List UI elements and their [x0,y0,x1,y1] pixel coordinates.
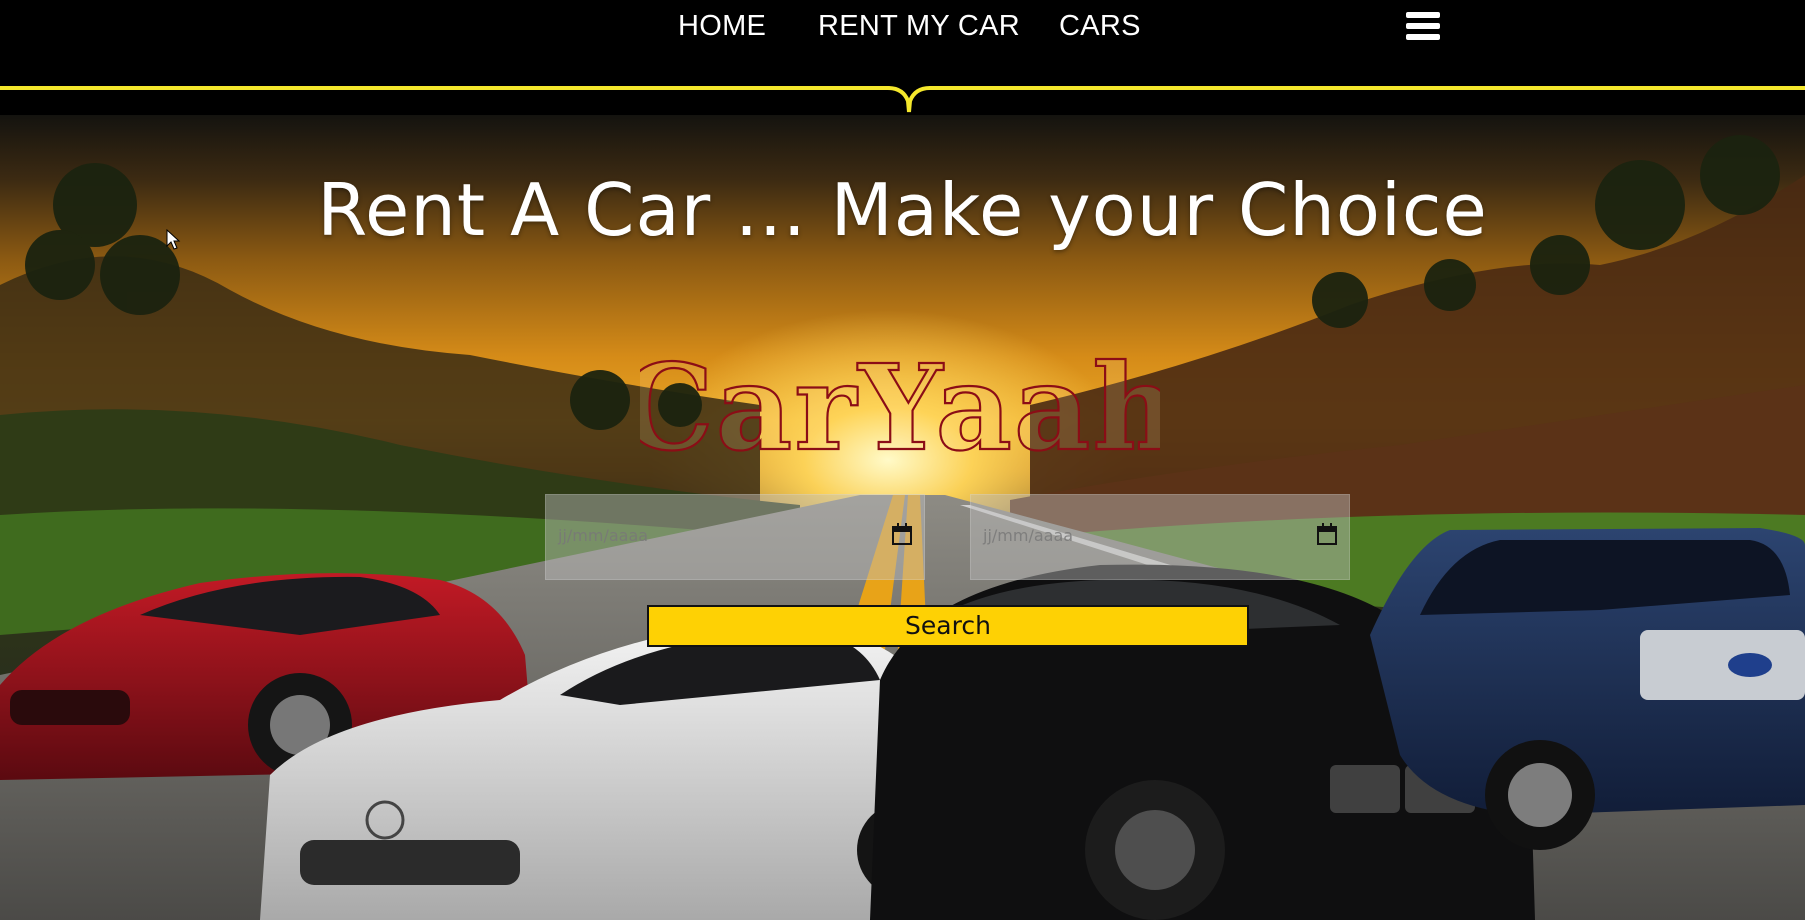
search-button[interactable]: Search [647,605,1249,647]
nav-divider-line [0,86,1805,113]
logo-text: CarYaah [640,338,1160,477]
calendar-icon[interactable] [892,523,912,545]
caryaah-logo: CarYaah [640,337,1160,477]
return-date-input[interactable]: jj/mm/aaaa [970,494,1350,580]
pickup-date-placeholder: jj/mm/aaaa [558,526,649,545]
hero-headline: Rent A Car ... Make your Choice [317,168,1488,252]
mouse-cursor-icon [166,229,181,250]
return-date-placeholder: jj/mm/aaaa [983,526,1074,545]
hero-section: Rent A Car ... Make your Choice CarYaah … [0,115,1805,920]
calendar-icon[interactable] [1317,523,1337,545]
top-navigation: HOME RENT MY CAR CARS [0,0,1805,115]
pickup-date-input[interactable]: jj/mm/aaaa [545,494,925,580]
